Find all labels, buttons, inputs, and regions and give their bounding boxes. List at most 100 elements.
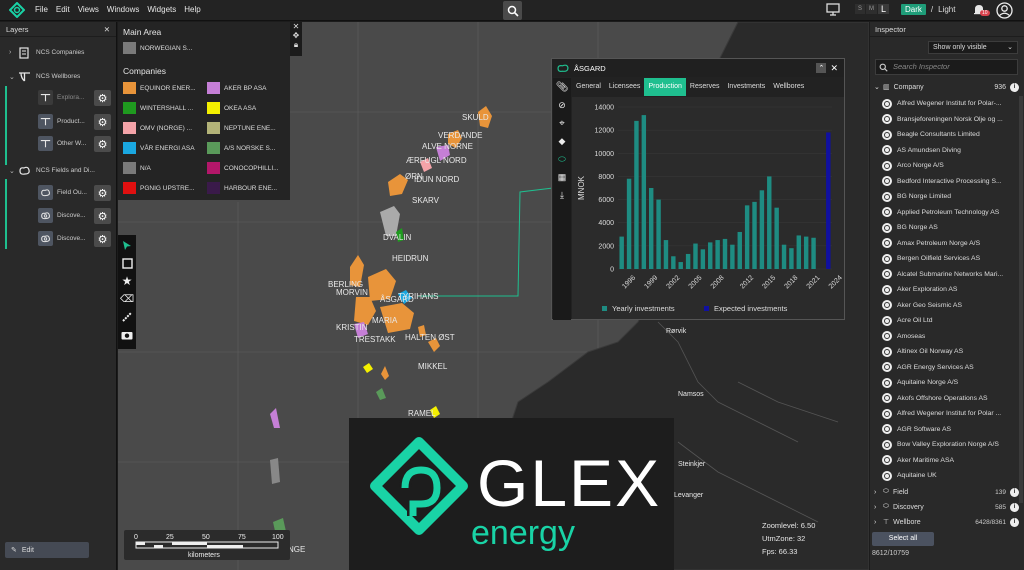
- field-category-row[interactable]: › ⬭ Field 139 i: [874, 485, 1019, 499]
- favorite-tool-button[interactable]: ★: [120, 274, 134, 288]
- move-icon[interactable]: ✥: [293, 31, 300, 40]
- info-icon[interactable]: i: [1010, 502, 1019, 512]
- menu-views[interactable]: Views: [78, 5, 99, 14]
- company-list-item[interactable]: BG Norge Limited: [882, 189, 1019, 205]
- layer-other-wellbores[interactable]: Other W...: [38, 136, 86, 151]
- chart-bar: [708, 242, 713, 269]
- layer-settings-button[interactable]: ⚙: [94, 90, 111, 106]
- tab-reserves[interactable]: Reserves: [686, 78, 724, 96]
- search-button[interactable]: [503, 1, 522, 20]
- layer-settings-button[interactable]: ⚙: [94, 185, 111, 201]
- layer-discoveries-1[interactable]: Discove...: [38, 208, 86, 223]
- layer-settings-button[interactable]: ⚙: [94, 136, 111, 152]
- company-list-item[interactable]: Aquitaine Norge A/S: [882, 375, 1019, 391]
- select-all-button[interactable]: Select all: [872, 532, 934, 546]
- layer-ncs-wellbores[interactable]: ⌄ NCS Wellbores: [9, 69, 80, 84]
- company-list-item[interactable]: Applied Petroleum Technology AS: [882, 205, 1019, 221]
- company-list-item[interactable]: Amoseas: [882, 329, 1019, 345]
- tab-production[interactable]: Production: [644, 78, 686, 96]
- tab-general[interactable]: General: [572, 78, 605, 96]
- company-list-item[interactable]: Bow Valley Exploration Norge A/S: [882, 437, 1019, 453]
- layer-discoveries-2[interactable]: Discove...: [38, 231, 86, 246]
- layer-exploration-wellbores[interactable]: Explora...: [38, 90, 84, 105]
- info-icon[interactable]: i: [1010, 487, 1019, 497]
- theme-light-button[interactable]: Light: [938, 5, 955, 14]
- menu-widgets[interactable]: Widgets: [147, 5, 176, 14]
- company-category-header[interactable]: ⌄ ▥ Company 936 i: [874, 81, 1019, 93]
- company-list-item[interactable]: AGR Software AS: [882, 422, 1019, 438]
- presentation-icon[interactable]: [826, 3, 840, 16]
- close-icon[interactable]: ✕: [104, 25, 110, 34]
- close-icon[interactable]: ✕: [293, 22, 300, 31]
- size-s-button[interactable]: S: [855, 4, 866, 14]
- lock-icon[interactable]: 🔒︎: [294, 40, 298, 50]
- field-info-popup[interactable]: ÅSGARD ⌃ ✕ 📎︎ ⊘ ⌖ ◆ ⬭ ▦ ⤓ General Licens…: [551, 58, 845, 320]
- company-list-item[interactable]: AS Amundsen Diving: [882, 143, 1019, 159]
- menu-help[interactable]: Help: [184, 5, 200, 14]
- wellbore-category-row[interactable]: › ⊤ Wellbore 6428/8361 i: [874, 515, 1019, 529]
- info-icon[interactable]: i: [1010, 517, 1019, 527]
- layer-settings-button[interactable]: ⚙: [94, 231, 111, 247]
- company-list-item[interactable]: Alcatel Submarine Networks Mari...: [882, 267, 1019, 283]
- company-list-item[interactable]: Aquitaine UK: [882, 468, 1019, 484]
- company-list-item[interactable]: Aker Maritime ASA: [882, 453, 1019, 469]
- scrollbar[interactable]: [1019, 96, 1023, 503]
- company-list-item[interactable]: Alfred Wegener Institut for Polar-...: [882, 96, 1019, 112]
- company-list-item[interactable]: AGR Energy Services AS: [882, 360, 1019, 376]
- tag-icon[interactable]: ◆: [559, 136, 566, 147]
- close-icon[interactable]: ✕: [830, 63, 838, 74]
- user-avatar-icon[interactable]: [996, 2, 1013, 19]
- visibility-filter-select[interactable]: Show only visible ⌄: [928, 41, 1018, 54]
- utm-zone: UtmZone: 32: [762, 534, 806, 543]
- company-list-item[interactable]: Beagle Consultants Limited: [882, 127, 1019, 143]
- chevron-down-icon[interactable]: ⌄: [9, 73, 17, 81]
- field-icon[interactable]: ⬭: [558, 154, 566, 165]
- chevron-right-icon[interactable]: ›: [9, 49, 17, 56]
- layer-settings-button[interactable]: ⚙: [94, 208, 111, 224]
- erase-tool-button[interactable]: ⌫: [120, 292, 134, 306]
- size-l-button[interactable]: L: [878, 4, 890, 14]
- inspector-search-input[interactable]: Search Inspector: [875, 59, 1018, 75]
- company-list-item[interactable]: Amax Petroleum Norge A/S: [882, 236, 1019, 252]
- notifications-button[interactable]: 10: [973, 3, 990, 18]
- company-list-item[interactable]: Aker Exploration AS: [882, 282, 1019, 298]
- size-m-button[interactable]: M: [866, 4, 878, 14]
- chevron-down-icon[interactable]: ⌄: [9, 167, 17, 175]
- layer-production-wellbores[interactable]: Product...: [38, 114, 85, 129]
- info-icon[interactable]: i: [1010, 82, 1019, 92]
- company-list-item[interactable]: Arco Norge A/S: [882, 158, 1019, 174]
- company-list-item[interactable]: BG Norge AS: [882, 220, 1019, 236]
- company-list-item[interactable]: Bedford Interactive Processing S...: [882, 174, 1019, 190]
- menu-file[interactable]: File: [35, 5, 48, 14]
- edit-layers-button[interactable]: ✎ Edit: [5, 542, 89, 558]
- rectangle-tool-button[interactable]: [120, 256, 134, 270]
- location-pin-icon[interactable]: ⌖: [559, 118, 565, 129]
- tab-licensees[interactable]: Licensees: [605, 78, 645, 96]
- screenshot-tool-button[interactable]: [120, 328, 134, 342]
- company-list-item[interactable]: Aker Geo Seismic AS: [882, 298, 1019, 314]
- company-list-item[interactable]: Akofs Offshore Operations AS: [882, 391, 1019, 407]
- theme-dark-button[interactable]: Dark: [901, 4, 926, 15]
- company-list-item[interactable]: Bergen Oilfield Services AS: [882, 251, 1019, 267]
- hide-icon[interactable]: ⊘: [558, 100, 566, 111]
- tab-investments[interactable]: Investments: [723, 78, 769, 96]
- paperclip-icon[interactable]: 📎︎: [556, 82, 569, 93]
- measure-tool-button[interactable]: [120, 310, 134, 324]
- layer-field-outlines[interactable]: Field Ou...: [38, 185, 87, 200]
- layer-ncs-fields-discoveries[interactable]: ⌄ NCS Fields and Di...: [9, 163, 95, 178]
- download-icon[interactable]: ⤓: [560, 190, 564, 201]
- table-icon[interactable]: ▦: [558, 172, 567, 183]
- glex-logo-icon[interactable]: [9, 2, 25, 18]
- company-list-item[interactable]: Acre Oil Ltd: [882, 313, 1019, 329]
- company-list-item[interactable]: Altinex Oil Norway AS: [882, 344, 1019, 360]
- layer-ncs-companies[interactable]: › NCS Companies: [9, 45, 84, 60]
- tab-wellbores[interactable]: Wellbores: [769, 78, 808, 96]
- minimize-button[interactable]: ⌃: [816, 63, 827, 73]
- pointer-tool-button[interactable]: [120, 238, 134, 252]
- company-list-item[interactable]: Bransjeforeningen Norsk Olje og ...: [882, 112, 1019, 128]
- company-list-item[interactable]: Alfred Wegener Institut for Polar ...: [882, 406, 1019, 422]
- discovery-category-row[interactable]: › ⬭ Discovery 585 i: [874, 500, 1019, 514]
- layer-settings-button[interactable]: ⚙: [94, 114, 111, 130]
- menu-windows[interactable]: Windows: [107, 5, 139, 14]
- menu-edit[interactable]: Edit: [56, 5, 70, 14]
